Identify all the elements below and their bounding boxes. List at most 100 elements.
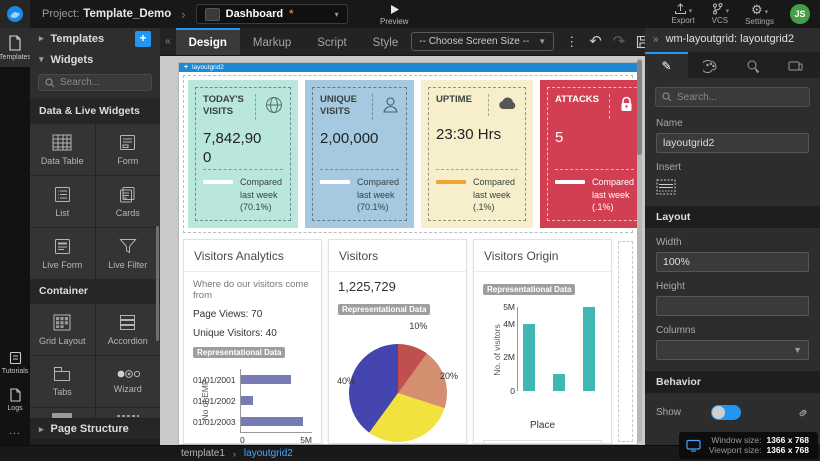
chevron-right-icon: ▸ — [39, 33, 44, 44]
templates-section-header[interactable]: ▸ Templates + — [30, 28, 160, 49]
more-options-icon[interactable]: ⋮ — [565, 34, 578, 50]
widget-label: Live Form — [42, 260, 82, 270]
rail-item-tutorials[interactable]: Tutorials — [0, 344, 30, 381]
bar — [241, 396, 253, 405]
widget-wizard[interactable]: Wizard — [96, 356, 161, 407]
property-search-input[interactable] — [677, 92, 797, 103]
chevron-down-icon: ▾ — [765, 8, 769, 16]
rail-more-button[interactable]: ... — [9, 418, 20, 445]
chevron-down-icon: ▼ — [538, 37, 546, 46]
widget-label: Accordion — [108, 336, 148, 346]
settings-button[interactable]: ⚙▾ Settings — [745, 3, 774, 26]
bind-property-button[interactable] — [797, 407, 809, 419]
screen-size-dropdown[interactable]: -- Choose Screen Size -- ▼ — [411, 32, 554, 51]
width-field[interactable] — [656, 252, 809, 272]
widget-search-box[interactable] — [38, 74, 152, 91]
x-tick: 5M — [300, 435, 312, 444]
columns-field-label: Columns — [656, 325, 809, 336]
widget-live-form[interactable]: Live Form — [30, 228, 95, 279]
hbar-row: 01/01/2001 — [193, 369, 312, 390]
page-preview[interactable]: + layoutgrid2 TODAY'S VISITS 7,842,900 C… — [178, 62, 638, 445]
stat-card-uptime[interactable]: UPTIME 23:30 Hrs Compared last week(.1%) — [421, 80, 533, 228]
height-field[interactable] — [656, 296, 809, 316]
tab-markup[interactable]: Markup — [240, 28, 304, 55]
tutorials-icon — [9, 351, 22, 365]
progress-bar — [203, 180, 233, 184]
widget-cell-partial[interactable] — [30, 408, 95, 418]
widget-accordion[interactable]: Accordion — [96, 304, 161, 355]
representational-data-badge: Representational Data — [483, 284, 575, 295]
page-selector-dropdown[interactable]: Dashboard * ▾ — [196, 4, 348, 24]
tab-inspect[interactable] — [731, 52, 774, 78]
name-field[interactable] — [656, 133, 809, 153]
stat-card-todays-visits[interactable]: TODAY'S VISITS 7,842,900 Compared last w… — [188, 80, 298, 228]
widget-form[interactable]: Form — [96, 124, 161, 175]
widgets-section-header[interactable]: ▾ Widgets — [30, 49, 160, 70]
preview-button[interactable]: Preview — [380, 4, 408, 26]
undo-button[interactable]: ↶ — [589, 34, 602, 49]
tab-properties[interactable]: ✎ — [645, 52, 688, 78]
collapse-left-panel-icon[interactable]: « — [165, 36, 171, 47]
widget-data-table[interactable]: Data Table — [30, 124, 95, 175]
breadcrumb-template1[interactable]: template1 — [181, 448, 225, 459]
project-name: Project:Template_Demo — [42, 8, 171, 20]
redo-button[interactable]: ↷ — [613, 34, 626, 49]
rail-item-logs[interactable]: Logs — [0, 381, 30, 418]
document-icon — [8, 35, 22, 51]
link-icon — [797, 407, 809, 419]
scrollbar-thumb[interactable] — [637, 60, 642, 155]
screen-size-value: -- Choose Screen Size -- — [419, 36, 529, 47]
tab-style[interactable]: Style — [360, 28, 412, 55]
x-tick: 0 — [240, 435, 245, 444]
collapse-right-panel-icon[interactable]: » — [653, 34, 659, 45]
show-toggle[interactable] — [711, 405, 741, 420]
rail-item-templates[interactable]: Templates — [0, 28, 30, 67]
widget-grid-layout[interactable]: Grid Layout — [30, 304, 95, 355]
tab-devices[interactable] — [774, 52, 817, 78]
widget-live-filter[interactable]: Live Filter — [96, 228, 161, 279]
canvas-scrollbar[interactable] — [637, 58, 642, 442]
stat-card-unique-visits[interactable]: UNIQUE VISITS 2,00,000 Compared last wee… — [305, 80, 414, 228]
empty-grid-column — [618, 241, 633, 442]
accordion-icon — [119, 314, 136, 331]
user-avatar[interactable]: JS — [790, 4, 810, 24]
insert-grid-row-icon — [656, 179, 676, 195]
layout-section-header[interactable]: Layout — [645, 206, 820, 228]
page-structure-header[interactable]: ▸ Page Structure — [30, 418, 160, 439]
progress-bar — [436, 180, 466, 184]
bar — [523, 324, 535, 391]
widget-label: Form — [117, 156, 138, 166]
selection-bar[interactable]: + layoutgrid2 — [179, 63, 637, 72]
widget-cell-partial[interactable] — [96, 408, 161, 418]
breadcrumb-layoutgrid2[interactable]: layoutgrid2 — [244, 448, 293, 459]
widget-list[interactable]: List — [30, 176, 95, 227]
widget-search-input[interactable] — [60, 77, 144, 88]
tab-script[interactable]: Script — [304, 28, 359, 55]
sidebar-scrollbar[interactable] — [156, 226, 159, 341]
property-search-box[interactable] — [655, 87, 810, 107]
panel-visitors[interactable]: Visitors 1,225,729 Representational Data… — [328, 239, 467, 444]
bar — [553, 374, 565, 391]
growth-rate-bar-chart: No of EMP 01/01/200101/01/200201/01/2003… — [193, 369, 312, 444]
widget-cards[interactable]: Cards — [96, 176, 161, 227]
search-icon — [662, 92, 672, 102]
representational-data-badge: Representational Data — [338, 304, 430, 315]
tab-design[interactable]: Design — [176, 28, 240, 55]
page-icon — [205, 8, 220, 21]
vcs-button[interactable]: ▾ VCS — [711, 3, 730, 25]
x-axis: 0 5M — [240, 432, 312, 444]
widget-tabs[interactable]: Tabs — [30, 356, 95, 407]
columns-select[interactable]: ▼ — [656, 340, 809, 360]
insert-row-button[interactable] — [656, 179, 809, 195]
tab-styles[interactable] — [688, 52, 731, 78]
selected-widget-title: wm-layoutgrid: layoutgrid2 — [666, 33, 794, 45]
behavior-section-header[interactable]: Behavior — [645, 371, 820, 393]
design-canvas[interactable]: + layoutgrid2 TODAY'S VISITS 7,842,900 C… — [160, 56, 645, 445]
panel-visitors-analytics[interactable]: Visitors Analytics Where do our visitors… — [183, 239, 322, 444]
stat-card-attacks[interactable]: ATTACKS 5 Compared last week(.1%) — [540, 80, 638, 228]
properties-panel: » wm-layoutgrid: layoutgrid2 ✎ Name Inse… — [645, 28, 820, 445]
app-logo[interactable] — [0, 0, 30, 28]
export-button[interactable]: ▾ Export — [671, 3, 694, 25]
add-template-button[interactable]: + — [135, 31, 151, 47]
panel-visitors-origin[interactable]: Visitors Origin Representational Data No… — [473, 239, 612, 444]
